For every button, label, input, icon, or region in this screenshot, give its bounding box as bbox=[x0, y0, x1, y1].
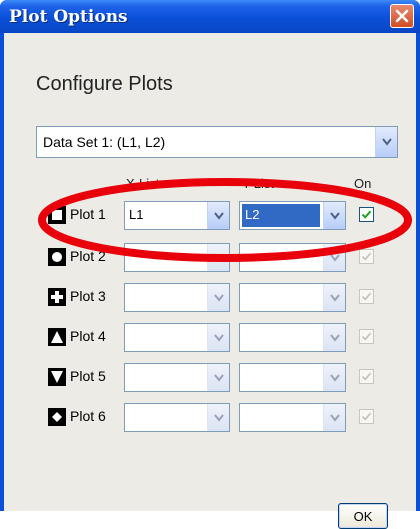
y-list-select[interactable] bbox=[239, 403, 346, 432]
chevron-down-icon bbox=[214, 413, 224, 422]
y-list-dropdown-button[interactable] bbox=[323, 284, 345, 311]
plot-on-checkbox[interactable] bbox=[359, 289, 374, 304]
checkmark-icon bbox=[361, 252, 372, 261]
circle-marker-icon bbox=[48, 248, 66, 266]
diamond-marker-icon bbox=[48, 408, 66, 426]
y-list-select[interactable] bbox=[239, 323, 346, 352]
plot-on-checkbox[interactable] bbox=[359, 409, 374, 424]
y-list-column-header: Y-List bbox=[242, 176, 275, 191]
y-list-select[interactable] bbox=[239, 283, 346, 312]
chevron-down-icon bbox=[214, 333, 224, 342]
plus-marker-icon bbox=[48, 288, 66, 306]
chevron-down-icon bbox=[330, 253, 340, 262]
x-list-select[interactable] bbox=[124, 323, 230, 352]
x-list-select[interactable] bbox=[124, 363, 230, 392]
on-column-header: On bbox=[354, 176, 372, 191]
y-list-value: L2 bbox=[245, 207, 260, 222]
plot-on-checkbox[interactable] bbox=[359, 249, 374, 264]
checkmark-icon bbox=[361, 372, 372, 381]
plot-row-4: Plot 4 bbox=[4, 323, 416, 353]
x-list-dropdown-button[interactable] bbox=[207, 404, 229, 431]
plot-row-6: Plot 6 bbox=[4, 403, 416, 433]
chevron-down-icon bbox=[214, 293, 224, 302]
plot-label: Plot 5 bbox=[70, 368, 106, 384]
x-list-dropdown-button[interactable] bbox=[207, 244, 229, 271]
plot-row-2: Plot 2 bbox=[4, 243, 416, 273]
y-list-dropdown-button[interactable] bbox=[323, 202, 345, 229]
x-list-select[interactable] bbox=[124, 403, 230, 432]
x-list-dropdown-button[interactable] bbox=[207, 202, 229, 229]
plot-on-checkbox[interactable] bbox=[359, 329, 374, 344]
x-list-dropdown-button[interactable] bbox=[207, 324, 229, 351]
checkmark-icon bbox=[361, 332, 372, 341]
chevron-down-icon bbox=[214, 253, 224, 262]
chevron-down-icon bbox=[330, 333, 340, 342]
dataset-dropdown-button[interactable] bbox=[375, 127, 397, 157]
plot-label: Plot 3 bbox=[70, 288, 106, 304]
close-button[interactable] bbox=[390, 4, 414, 28]
chevron-down-icon bbox=[330, 293, 340, 302]
dataset-select[interactable]: Data Set 1: (L1, L2) bbox=[36, 126, 398, 158]
y-list-dropdown-button[interactable] bbox=[323, 404, 345, 431]
ok-button[interactable]: OK bbox=[338, 503, 388, 529]
plot-label: Plot 4 bbox=[70, 328, 106, 344]
chevron-down-icon bbox=[214, 373, 224, 382]
x-list-select[interactable] bbox=[124, 243, 230, 272]
close-icon bbox=[395, 9, 409, 23]
plot-label: Plot 2 bbox=[70, 248, 106, 264]
plot-label: Plot 6 bbox=[70, 408, 106, 424]
y-list-dropdown-button[interactable] bbox=[323, 324, 345, 351]
chevron-down-icon bbox=[382, 138, 392, 146]
dialog-body: Configure Plots Data Set 1: (L1, L2) X-L… bbox=[4, 33, 416, 529]
configure-plots-heading: Configure Plots bbox=[36, 73, 173, 95]
x-list-dropdown-button[interactable] bbox=[207, 364, 229, 391]
plot-label: Plot 1 bbox=[70, 206, 106, 222]
y-list-select[interactable] bbox=[239, 243, 346, 272]
chevron-down-icon bbox=[330, 413, 340, 422]
square-marker-icon bbox=[48, 206, 66, 224]
x-list-select[interactable] bbox=[124, 283, 230, 312]
y-list-select[interactable]: L2 bbox=[239, 201, 346, 230]
checkmark-icon bbox=[361, 292, 372, 301]
y-list-dropdown-button[interactable] bbox=[323, 364, 345, 391]
chevron-down-icon bbox=[214, 211, 224, 220]
plot-on-checkbox[interactable] bbox=[359, 207, 374, 222]
x-list-value: L1 bbox=[129, 207, 144, 222]
x-list-column-header: X-List bbox=[126, 176, 160, 191]
y-list-select[interactable] bbox=[239, 363, 346, 392]
triangle-up-marker-icon bbox=[48, 328, 66, 346]
triangle-down-marker-icon bbox=[48, 368, 66, 386]
chevron-down-icon bbox=[330, 373, 340, 382]
plot-row-3: Plot 3 bbox=[4, 283, 416, 313]
y-list-dropdown-button[interactable] bbox=[323, 244, 345, 271]
plot-row-5: Plot 5 bbox=[4, 363, 416, 393]
checkmark-icon bbox=[361, 412, 372, 421]
plot-row-1: Plot 1 L1 L2 bbox=[4, 201, 416, 231]
checkmark-icon bbox=[361, 210, 372, 219]
plot-options-dialog: Plot Options Configure Plots Data Set 1:… bbox=[0, 0, 420, 529]
title-bar[interactable]: Plot Options bbox=[0, 0, 420, 33]
window-title: Plot Options bbox=[9, 7, 128, 27]
chevron-down-icon bbox=[330, 211, 340, 220]
plot-on-checkbox[interactable] bbox=[359, 369, 374, 384]
x-list-dropdown-button[interactable] bbox=[207, 284, 229, 311]
dataset-value: Data Set 1: (L1, L2) bbox=[43, 134, 166, 150]
x-list-select[interactable]: L1 bbox=[124, 201, 230, 230]
